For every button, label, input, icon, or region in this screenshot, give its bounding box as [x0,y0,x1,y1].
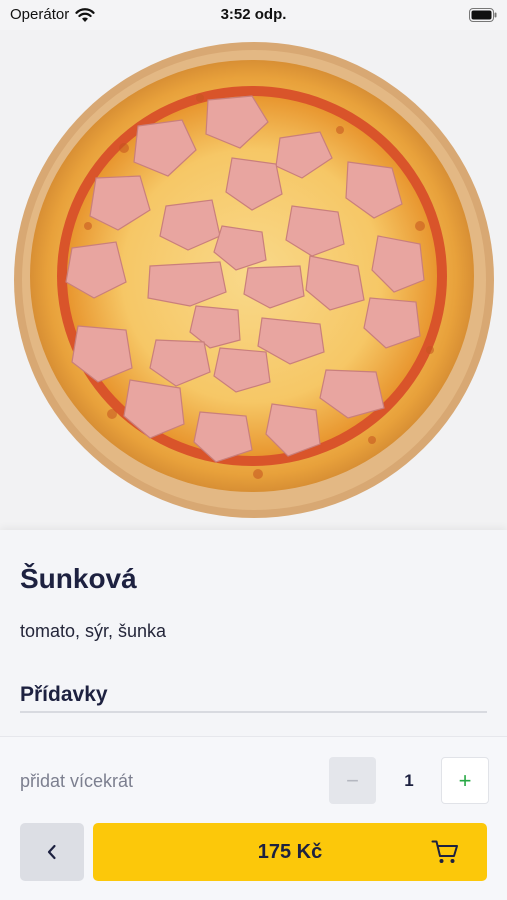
product-ingredients: tomato, sýr, šunka [20,621,167,641]
chevron-left-icon [47,844,56,860]
quantity-decrease-button[interactable]: − [329,757,376,804]
quantity-increase-button[interactable]: + [441,757,489,804]
clock: 3:52 odp. [220,6,287,23]
product-title: Šunková [20,563,137,594]
extras-heading: Přídavky [20,683,108,706]
minus-icon: − [346,767,359,793]
cart-icon [431,840,458,863]
status-bar: Operátor 3:52 odp. [0,0,507,30]
quantity-value: 1 [404,770,414,790]
pizza-icon [0,30,507,530]
extras-divider [20,711,487,713]
add-to-cart-button[interactable]: 175 Kč [93,823,487,881]
product-image [0,30,507,530]
add-multiple-label: přidat vícekrát [20,771,134,791]
price-label: 175 Kč [257,841,323,863]
order-panel: přidat vícekrát − 1 + 175 Kč [0,736,507,900]
battery-icon [469,8,497,22]
plus-icon: + [458,767,472,793]
back-button[interactable] [20,823,84,881]
